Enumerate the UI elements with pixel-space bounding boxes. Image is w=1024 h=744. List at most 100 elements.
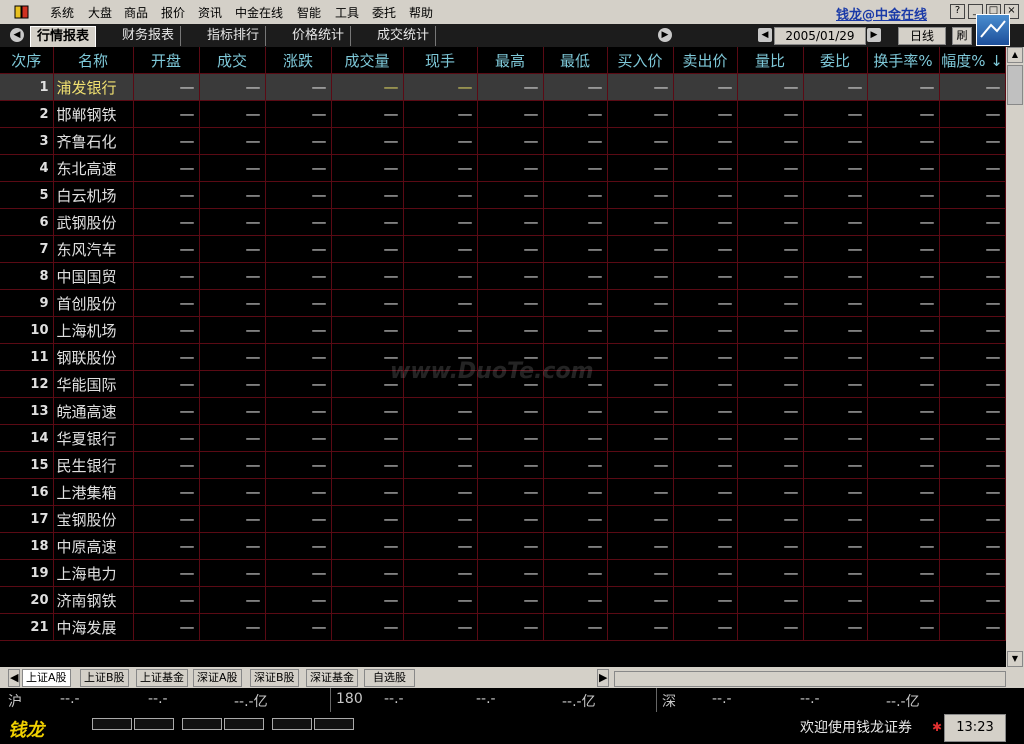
tab-indicator-rank[interactable]: 指标排行 [201, 26, 267, 46]
table-row[interactable]: 6 武钢股份 — — — — — — — — — — — — — [0, 208, 1006, 236]
column-header[interactable]: 最高 [477, 47, 544, 74]
date-next-icon[interactable]: ▶ [867, 28, 881, 42]
scroll-thumb[interactable] [1007, 65, 1023, 105]
column-header[interactable]: 现手 [403, 47, 478, 74]
tab-prev-icon[interactable]: ◀ [10, 28, 24, 42]
table-row[interactable]: 20 济南钢铁 — — — — — — — — — — — — — [0, 586, 1006, 614]
menu-smart[interactable]: 智能 [297, 4, 321, 21]
stock-name[interactable]: 中国国贸 [53, 262, 134, 290]
menu-help[interactable]: 帮助 [409, 4, 433, 21]
column-header[interactable]: 成交量 [331, 47, 404, 74]
table-row[interactable]: 17 宝钢股份 — — — — — — — — — — — — — [0, 505, 1006, 533]
stock-name[interactable]: 宝钢股份 [53, 505, 134, 533]
column-header[interactable]: 最低 [543, 47, 608, 74]
stock-name[interactable]: 白云机场 [53, 181, 134, 209]
menu-commodity[interactable]: 商品 [124, 4, 148, 21]
tab-next-icon[interactable]: ▶ [658, 28, 672, 42]
menu-order[interactable]: 委托 [372, 4, 396, 21]
menu-system[interactable]: 系统 [50, 4, 74, 21]
cell-value: — [737, 370, 804, 398]
mtab-watchlist[interactable]: 自选股 [364, 669, 415, 687]
stock-name[interactable]: 华夏银行 [53, 424, 134, 452]
refresh-button[interactable]: 刷 [952, 27, 972, 45]
help-window-button[interactable]: ? [950, 4, 965, 19]
mtab-sz-b[interactable]: 深证B股 [250, 669, 299, 687]
column-header[interactable]: 次序 [0, 47, 54, 74]
stock-name[interactable]: 民生银行 [53, 451, 134, 479]
cell-value: — [403, 100, 478, 128]
tab-financial-report[interactable]: 财务报表 [116, 26, 182, 46]
column-header[interactable]: 量比 [737, 47, 804, 74]
menu-market[interactable]: 大盘 [88, 4, 112, 21]
stock-name[interactable]: 上港集箱 [53, 478, 134, 506]
column-header[interactable]: 买入价 [607, 47, 674, 74]
table-row[interactable]: 19 上海电力 — — — — — — — — — — — — — [0, 559, 1006, 587]
stock-name[interactable]: 上海机场 [53, 316, 134, 344]
scroll-down-icon[interactable]: ▼ [1007, 651, 1023, 667]
table-row[interactable]: 10 上海机场 — — — — — — — — — — — — — [0, 316, 1006, 344]
tab-quote-report[interactable]: 行情报表 [30, 26, 97, 47]
stock-name[interactable]: 华能国际 [53, 370, 134, 398]
brand-link[interactable]: 钱龙@中金在线 [836, 4, 927, 23]
table-row[interactable]: 9 首创股份 — — — — — — — — — — — — — [0, 289, 1006, 317]
table-row[interactable]: 1 浦发银行 — — — — — — — — — — — — — [0, 73, 1006, 101]
cell-value: — [133, 343, 200, 371]
table-row[interactable]: 8 中国国贸 — — — — — — — — — — — — — [0, 262, 1006, 290]
menu-quote[interactable]: 报价 [161, 4, 185, 21]
mtab-sh-a[interactable]: 上证A股 [22, 669, 71, 687]
menu-tools[interactable]: 工具 [335, 4, 359, 21]
mtab-sh-b[interactable]: 上证B股 [80, 669, 129, 687]
column-header[interactable]: 幅度% ↓ [939, 47, 1006, 74]
cell-value: — [543, 532, 608, 560]
table-row[interactable]: 3 齐鲁石化 — — — — — — — — — — — — — [0, 127, 1006, 155]
stock-name[interactable]: 齐鲁石化 [53, 127, 134, 155]
stock-name[interactable]: 武钢股份 [53, 208, 134, 236]
stock-name[interactable]: 皖通高速 [53, 397, 134, 425]
column-header[interactable]: 委比 [803, 47, 868, 74]
table-row[interactable]: 16 上港集箱 — — — — — — — — — — — — — [0, 478, 1006, 506]
tab-volume-stats[interactable]: 成交统计 [371, 26, 437, 46]
table-row[interactable]: 15 民生银行 — — — — — — — — — — — — — [0, 451, 1006, 479]
column-header[interactable]: 名称 [53, 47, 134, 74]
column-header[interactable]: 换手率% [867, 47, 940, 74]
mtab-sh-fund[interactable]: 上证基金 [136, 669, 188, 687]
stock-name[interactable]: 钢联股份 [53, 343, 134, 371]
menu-news[interactable]: 资讯 [198, 4, 222, 21]
table-row[interactable]: 18 中原高速 — — — — — — — — — — — — — [0, 532, 1006, 560]
mtab-sz-a[interactable]: 深证A股 [193, 669, 242, 687]
stock-name[interactable]: 中海发展 [53, 613, 134, 641]
table-row[interactable]: 14 华夏银行 — — — — — — — — — — — — — [0, 424, 1006, 452]
tab-price-stats[interactable]: 价格统计 [286, 26, 352, 46]
app-logo-icon[interactable] [14, 4, 30, 20]
mtab-sz-fund[interactable]: 深证基金 [306, 669, 358, 687]
table-row[interactable]: 4 东北高速 — — — — — — — — — — — — — [0, 154, 1006, 182]
date-display[interactable]: 2005/01/29 [774, 27, 866, 45]
stock-name[interactable]: 上海电力 [53, 559, 134, 587]
column-header[interactable]: 成交 [199, 47, 266, 74]
stock-name[interactable]: 济南钢铁 [53, 586, 134, 614]
stock-name[interactable]: 东风汽车 [53, 235, 134, 263]
stock-name[interactable]: 邯郸钢铁 [53, 100, 134, 128]
period-button[interactable]: 日线 [898, 27, 946, 45]
mtab-prev-icon[interactable]: ◀ [8, 669, 21, 687]
vertical-scrollbar[interactable]: ▲ ▼ [1006, 47, 1024, 667]
stock-name[interactable]: 东北高速 [53, 154, 134, 182]
stock-name[interactable]: 中原高速 [53, 532, 134, 560]
alert-icon[interactable]: ✱ [932, 720, 942, 734]
scroll-up-icon[interactable]: ▲ [1007, 47, 1023, 63]
cell-value: — [543, 316, 608, 344]
table-row[interactable]: 13 皖通高速 — — — — — — — — — — — — — [0, 397, 1006, 425]
horizontal-scrollbar[interactable] [614, 671, 1006, 687]
column-header[interactable]: 卖出价 [673, 47, 738, 74]
stock-name[interactable]: 浦发银行 [53, 73, 134, 101]
column-header[interactable]: 涨跌 [265, 47, 332, 74]
column-header[interactable]: 开盘 [133, 47, 200, 74]
table-row[interactable]: 7 东风汽车 — — — — — — — — — — — — — [0, 235, 1006, 263]
menu-cnfol[interactable]: 中金在线 [235, 4, 283, 21]
mtab-next-icon[interactable]: ▶ [597, 669, 610, 687]
date-prev-icon[interactable]: ◀ [758, 28, 772, 42]
table-row[interactable]: 21 中海发展 — — — — — — — — — — — — — [0, 613, 1006, 641]
table-row[interactable]: 5 白云机场 — — — — — — — — — — — — — [0, 181, 1006, 209]
table-row[interactable]: 2 邯郸钢铁 — — — — — — — — — — — — — [0, 100, 1006, 128]
stock-name[interactable]: 首创股份 [53, 289, 134, 317]
